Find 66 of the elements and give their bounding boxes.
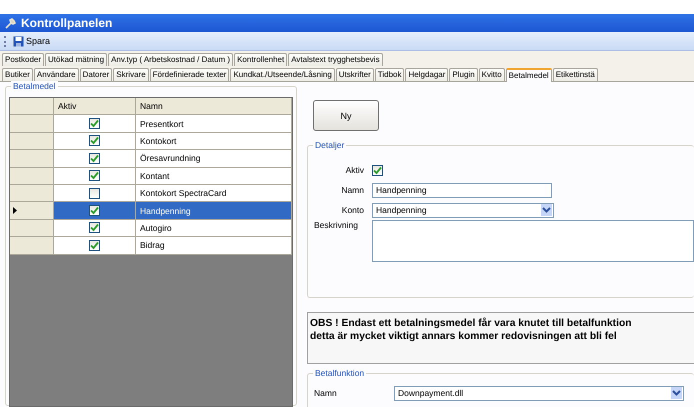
checkbox[interactable] — [89, 240, 100, 251]
tab[interactable]: Helgdagar — [405, 68, 448, 81]
tab[interactable]: Betalmedel — [506, 68, 552, 82]
tab[interactable]: Kundkat./Utseende/Låsning — [230, 68, 335, 81]
description-field[interactable] — [372, 220, 694, 262]
table-row[interactable]: Kontokort SpectraCard — [10, 184, 292, 202]
checkbox[interactable] — [89, 205, 100, 216]
table-cell: Kontant — [136, 168, 292, 185]
tab[interactable]: Tidbok — [374, 68, 404, 81]
tab[interactable]: Etikettinstä — [552, 68, 598, 81]
table-cell: Bidrag — [136, 237, 292, 255]
name-field[interactable]: Handpenning — [372, 182, 552, 198]
checkbox[interactable] — [89, 118, 100, 130]
table-cell: Kontokort SpectraCard — [136, 184, 292, 202]
table-row[interactable]: Autogiro — [10, 220, 292, 238]
payment-function-dropdown[interactable]: Downpayment.dll — [394, 386, 684, 400]
tab[interactable]: Postkoder — [2, 53, 44, 66]
tab[interactable]: Avtalstext trygghetsbevis — [288, 53, 383, 66]
corner-header — [10, 98, 54, 116]
table-cell: Handpenning — [136, 202, 292, 220]
table-row[interactable]: Handpenning — [10, 202, 292, 220]
table-row[interactable]: Öresavrundning — [10, 150, 292, 168]
field-label: Namn — [314, 388, 338, 398]
tab[interactable]: Användare — [34, 68, 79, 81]
group-title: Betalmedel — [11, 81, 58, 91]
field-label: Beskrivning — [314, 220, 359, 230]
checkbox[interactable] — [89, 188, 100, 199]
table-cell: Öresavrundning — [136, 150, 292, 168]
dropdown-caret-icon[interactable] — [541, 204, 552, 216]
account-dropdown[interactable]: Handpenning — [372, 202, 554, 218]
notice-text: OBS ! Endast ett betalningsmedel får vara knutet till betalfunktion detta är mycket viktigt annars kommer redovisningen att bli fel — [307, 312, 694, 364]
tab[interactable]: Plugin — [449, 68, 478, 81]
tab[interactable]: Kontrollenhet — [234, 53, 288, 66]
tab[interactable]: Butiker — [2, 68, 33, 81]
group-title: Detaljer — [313, 140, 346, 150]
table-cell: Presentkort — [136, 115, 292, 133]
tab[interactable]: Utökad mätning — [45, 53, 108, 66]
save-button[interactable]: Spara — [11, 36, 52, 46]
table-row[interactable]: Kontokort — [10, 132, 292, 150]
tab[interactable]: Fördefinierade texter — [150, 68, 230, 81]
wrench-icon — [5, 18, 16, 28]
field-label: Aktiv — [344, 165, 365, 175]
field-label: Konto — [340, 205, 365, 215]
new-button[interactable]: Ny — [313, 100, 379, 131]
tab[interactable]: Kvitto — [478, 68, 505, 81]
field-label: Namn — [340, 185, 365, 195]
table-row[interactable]: Bidrag — [10, 237, 292, 255]
column-header: Aktiv — [54, 98, 136, 116]
tab[interactable]: Anv.typ ( Arbetskostnad / Datum ) — [108, 53, 234, 66]
column-header: Namn — [136, 98, 292, 116]
tab[interactable]: Datorer — [80, 68, 112, 81]
checkbox[interactable] — [89, 135, 100, 146]
row-pointer-icon — [13, 207, 17, 214]
table-row[interactable]: Kontant — [10, 168, 292, 185]
table-row[interactable]: Presentkort — [10, 115, 292, 133]
tab[interactable]: Skrivare — [113, 68, 149, 81]
dropdown-caret-icon[interactable] — [671, 387, 682, 399]
checkbox[interactable] — [89, 152, 100, 164]
table-cell: Autogiro — [136, 220, 292, 238]
group-title: Betalfunktion — [313, 368, 366, 378]
table-cell: Kontokort — [136, 132, 292, 150]
checkbox[interactable] — [89, 222, 100, 234]
checkbox[interactable] — [372, 164, 383, 176]
tab[interactable]: Utskrifter — [336, 68, 374, 81]
window-title: Kontrollpanelen — [21, 16, 112, 30]
checkbox[interactable] — [89, 170, 100, 182]
